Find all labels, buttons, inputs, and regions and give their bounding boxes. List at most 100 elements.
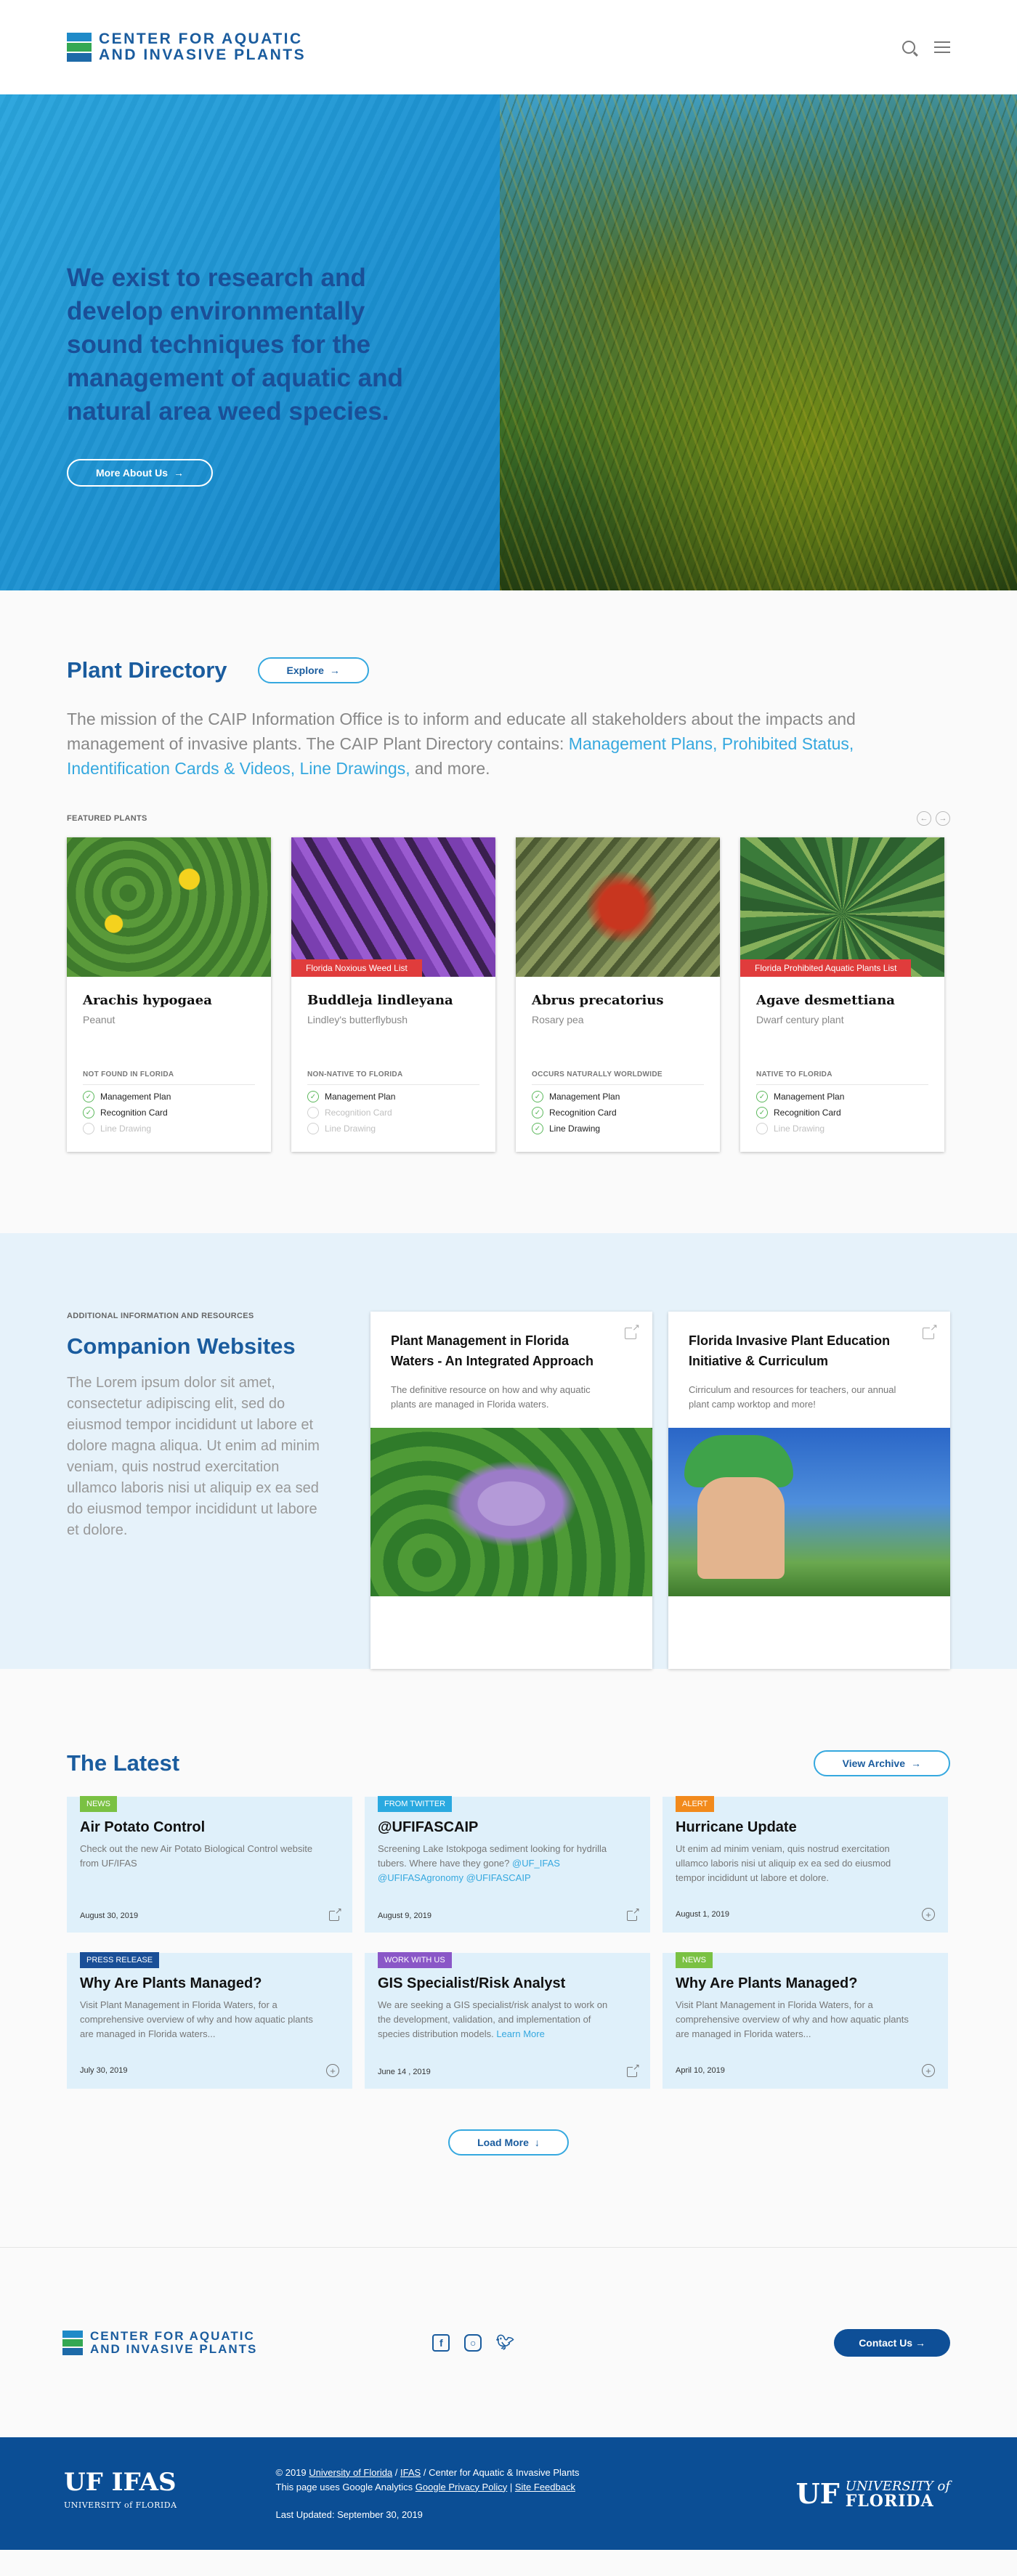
external-link-icon[interactable] [627, 2062, 640, 2077]
students-field-image [668, 1428, 950, 1596]
news-title: Hurricane Update [676, 1819, 797, 1835]
plant-image: Florida Noxious Weed List [291, 837, 495, 977]
ifas-sub: UNIVERSITY of FLORIDA [64, 2500, 177, 2510]
plant-status: NON-NATIVE TO FLORIDA [307, 1070, 479, 1085]
news-card[interactable]: NEWS Air Potato Control Check out the ne… [67, 1796, 352, 1933]
news-date: August 1, 2019 [676, 1910, 730, 1919]
resource-item: ✓ Recognition Card [532, 1107, 704, 1118]
explore-button[interactable]: Explore → [257, 657, 369, 683]
plant-card[interactable]: Florida Prohibited Aquatic Plants List A… [740, 837, 944, 1152]
directory-desc-end: and more. [415, 759, 490, 778]
twitter-icon[interactable]: 🐦︎ [496, 2334, 514, 2352]
separator: / [394, 2466, 398, 2478]
view-archive-label: View Archive [842, 1758, 905, 1769]
news-tag: NEWS [676, 1952, 713, 1968]
resource-item: ✓ Management Plan [532, 1091, 704, 1102]
footer-logo[interactable]: CENTER FOR AQUATIC AND INVASIVE PLANTS [62, 2329, 257, 2356]
empty-circle-icon: ✓ [756, 1123, 768, 1134]
news-date: August 9, 2019 [378, 1911, 432, 1920]
news-body: Screening Lake Istokpoga sediment lookin… [378, 1843, 607, 1883]
footer-logo-text: CENTER FOR AQUATIC AND INVASIVE PLANTS [90, 2329, 257, 2356]
companion-card-education[interactable]: Florida Invasive Plant Education Initiat… [668, 1312, 950, 1669]
contact-us-button[interactable]: Contact Us → [834, 2328, 950, 2357]
uf-mark: UF [795, 2477, 840, 2510]
arrow-right-icon: → [911, 1758, 921, 1769]
contact-us-label: Contact Us [859, 2336, 913, 2349]
plant-image [67, 837, 271, 977]
companion-title: Companion Websites [67, 1333, 296, 1359]
plus-circle-icon[interactable]: + [922, 1908, 935, 1921]
news-grid: NEWS Air Potato Control Check out the ne… [67, 1796, 950, 2089]
directory-description: The mission of the CAIP Information Offi… [67, 707, 880, 781]
external-link-icon[interactable] [627, 1906, 640, 1921]
water-hyacinth-image [370, 1428, 652, 1596]
load-more-button[interactable]: Load More ↓ [448, 2129, 569, 2156]
carousel-prev-icon[interactable]: ← [917, 811, 931, 826]
news-card[interactable]: NEWS Why Are Plants Managed? Visit Plant… [663, 1952, 948, 2089]
copyright: © 2019 [275, 2466, 307, 2478]
copyright-suffix: / Center for Aquatic & Invasive Plants [423, 2466, 580, 2478]
ifas-main: UF IFAS [64, 2467, 177, 2497]
plant-status: OCCURS NATURALLY WORLDWIDE [532, 1070, 704, 1085]
resource-item: ✓ Line Drawing [756, 1123, 928, 1134]
external-link-icon [923, 1322, 938, 1339]
latest-section: The Latest View Archive → NEWS Air Potat… [0, 1669, 1017, 2156]
resource-item: ✓ Management Plan [756, 1091, 928, 1102]
instagram-icon[interactable]: ○ [464, 2333, 482, 2352]
analytics-note: This page uses Google Analytics [275, 2481, 413, 2492]
check-circle-icon: ✓ [532, 1091, 543, 1102]
resource-item: ✓ Line Drawing [307, 1123, 479, 1134]
uf-ifas-logo[interactable]: UF IFAS UNIVERSITY of FLORIDA [64, 2467, 177, 2517]
news-tag: PRESS RELEASE [80, 1952, 160, 1968]
plant-common-name: Dwarf century plant [756, 1014, 844, 1025]
separator: | [509, 2481, 513, 2492]
empty-circle-icon: ✓ [307, 1123, 319, 1134]
menu-icon[interactable] [934, 41, 950, 53]
news-card[interactable]: FROM TWITTER @UFIFASCAIP Screening Lake … [365, 1796, 650, 1933]
site-logo[interactable]: CENTER FOR AQUATIC AND INVASIVE PLANTS [67, 31, 306, 63]
news-link[interactable]: Learn More [496, 2028, 544, 2039]
resource-list: ✓ Management Plan ✓ Recognition Card ✓ L… [83, 1091, 255, 1134]
news-title: Why Are Plants Managed? [676, 1975, 858, 1991]
site-feedback-link[interactable]: Site Feedback [515, 2482, 575, 2492]
check-circle-icon: ✓ [532, 1107, 543, 1118]
news-date: July 30, 2019 [80, 2066, 128, 2075]
plant-card[interactable]: Florida Noxious Weed List Buddleja lindl… [291, 837, 495, 1152]
privacy-policy-link[interactable]: Google Privacy Policy [416, 2482, 507, 2492]
arrow-down-icon: ↓ [534, 2137, 540, 2148]
companion-websites-section: ADDITIONAL INFORMATION AND RESOURCES Com… [0, 1233, 1017, 1669]
uf-link[interactable]: University of Florida [309, 2467, 392, 2478]
news-body: Check out the new Air Potato Biological … [80, 1843, 313, 1869]
news-card[interactable]: PRESS RELEASE Why Are Plants Managed? Vi… [67, 1952, 352, 2089]
plus-circle-icon[interactable]: + [326, 2064, 339, 2077]
plus-circle-icon[interactable]: + [922, 2064, 935, 2077]
facebook-icon[interactable]: f [432, 2333, 450, 2352]
status-ribbon: Florida Noxious Weed List [291, 959, 422, 977]
companion-card-plant-management[interactable]: Plant Management in Florida Waters - An … [370, 1312, 652, 1669]
news-date: June 14 , 2019 [378, 2068, 431, 2076]
resource-item: ✓ Recognition Card [83, 1107, 255, 1118]
plant-scientific-name: Buddleja lindleyana [307, 993, 453, 1008]
resource-item: ✓ Recognition Card [756, 1107, 928, 1118]
news-card[interactable]: ALERT Hurricane Update Ut enim ad minim … [663, 1796, 948, 1933]
news-card[interactable]: WORK WITH US GIS Specialist/Risk Analyst… [365, 1952, 650, 2089]
companion-card-title: Florida Invasive Plant Education Initiat… [689, 1333, 891, 1368]
search-icon[interactable] [902, 41, 915, 54]
plant-card[interactable]: Arachis hypogaea Peanut NOT FOUND IN FLO… [67, 837, 271, 1152]
plant-status: NOT FOUND IN FLORIDA [83, 1070, 255, 1085]
news-tag: ALERT [676, 1796, 715, 1812]
site-footer: CENTER FOR AQUATIC AND INVASIVE PLANTS f… [0, 2247, 1017, 2550]
more-about-us-button[interactable]: More About Us → [67, 459, 214, 487]
news-title: GIS Specialist/Risk Analyst [378, 1975, 566, 1991]
carousel-next-icon[interactable]: → [936, 811, 950, 826]
uf-logo[interactable]: UF UNIVERSITY of FLORIDA [796, 2477, 950, 2510]
ifas-link[interactable]: IFAS [400, 2467, 421, 2478]
last-updated: Last Updated: September 30, 2019 [275, 2508, 423, 2520]
plant-scientific-name: Abrus precatorius [532, 993, 664, 1008]
check-circle-icon: ✓ [756, 1091, 768, 1102]
explore-label: Explore [286, 665, 324, 676]
plant-card[interactable]: Abrus precatorius Rosary pea OCCURS NATU… [516, 837, 720, 1152]
external-link-icon[interactable] [329, 1906, 342, 1921]
plant-image: Florida Prohibited Aquatic Plants List [740, 837, 944, 977]
view-archive-button[interactable]: View Archive → [813, 1750, 950, 1776]
